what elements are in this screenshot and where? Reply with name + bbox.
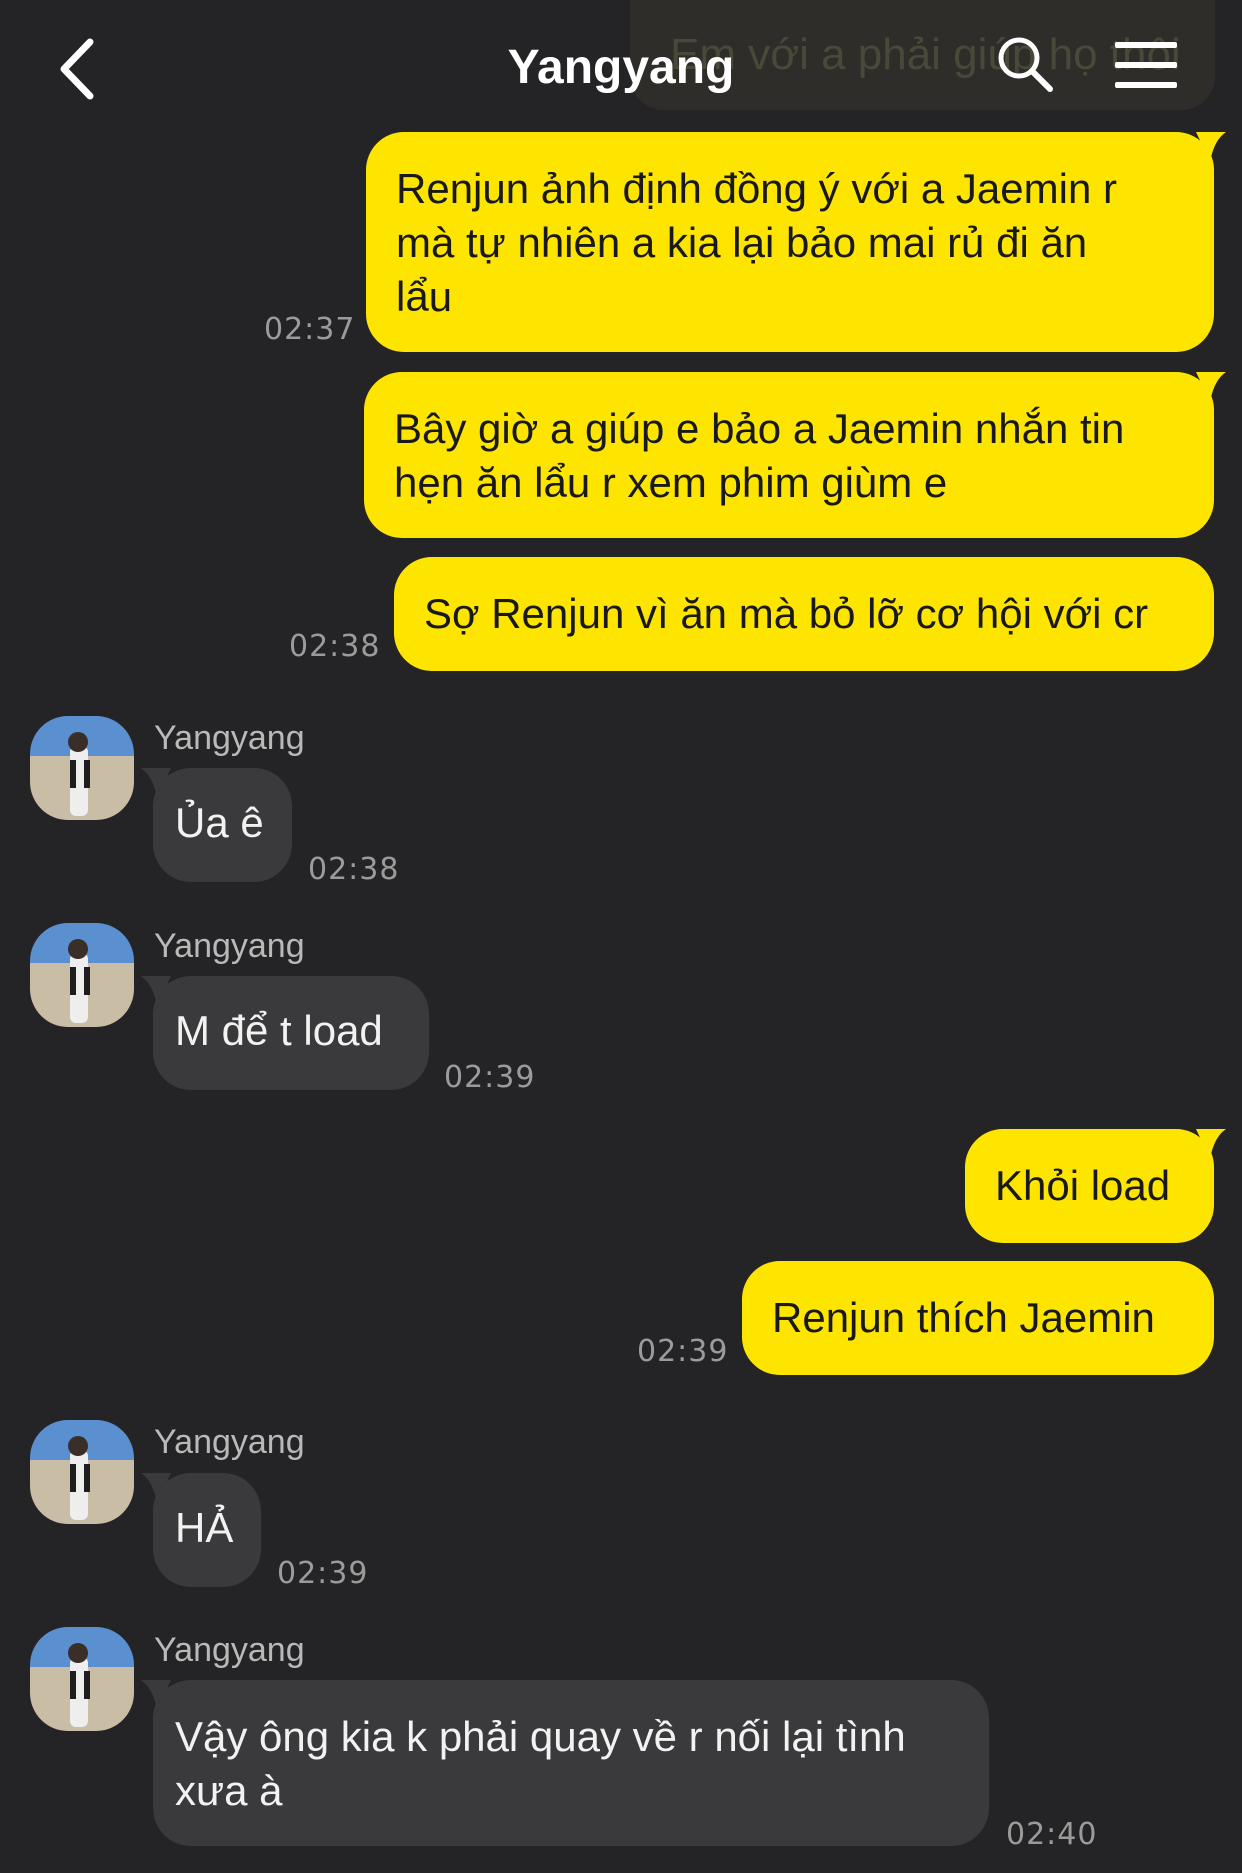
bubble-tail <box>141 1473 171 1503</box>
bubble-tail <box>141 976 171 1006</box>
avatar[interactable] <box>30 716 134 820</box>
message-text-line: hẹn ăn lẩu r xem phim giùm e <box>394 459 948 506</box>
outgoing-message-bubble[interactable]: Khỏi load <box>965 1129 1226 1243</box>
message-timestamp: 02:39 <box>637 1334 729 1369</box>
outgoing-message-bubble[interactable]: Sợ Renjun vì ăn mà bỏ lỡ cơ hội với cr <box>394 557 1214 671</box>
avatar[interactable] <box>30 1627 134 1731</box>
outgoing-message-bubble[interactable]: Bây giờ a giúp e bảo a Jaemin nhắn tin h… <box>364 372 1226 538</box>
sender-name: Yangyang <box>154 1423 305 1461</box>
message-text: Ủa ê <box>175 799 264 846</box>
message-text: M để t load <box>175 1007 383 1054</box>
avatar[interactable] <box>30 923 134 1027</box>
bubble-tail <box>1196 1129 1226 1159</box>
bubble-tail <box>1196 132 1226 162</box>
message-timestamp: 02:40 <box>1006 1817 1098 1852</box>
message-text-line: lẩu <box>396 273 453 320</box>
hamburger-menu-icon[interactable] <box>1115 40 1177 90</box>
message-text-line: Vậy ông kia k phải quay về r nối lại tìn… <box>175 1713 906 1760</box>
bubble-tail <box>141 1680 171 1710</box>
incoming-message-bubble[interactable]: Vậy ông kia k phải quay về r nối lại tìn… <box>141 1680 989 1846</box>
message-text: HẢ <box>175 1504 234 1551</box>
sender-name: Yangyang <box>154 1631 305 1669</box>
chat-title[interactable]: Yangyang <box>0 28 1242 108</box>
search-icon[interactable] <box>995 34 1055 94</box>
incoming-message-bubble[interactable]: HẢ <box>141 1473 261 1587</box>
incoming-message-bubble[interactable]: M để t load <box>141 976 429 1090</box>
message-timestamp: 02:37 <box>264 312 356 347</box>
sender-name: Yangyang <box>154 927 305 965</box>
message-text: Khỏi load <box>995 1162 1171 1209</box>
message-text: Renjun thích Jaemin <box>772 1294 1155 1341</box>
message-timestamp: 02:39 <box>444 1060 536 1095</box>
message-text-line: mà tự nhiên a kia lại bảo mai rủ đi ăn <box>396 219 1088 266</box>
incoming-message-bubble[interactable]: Ủa ê <box>141 768 292 882</box>
message-text-line: Renjun ảnh định đồng ý với a Jaemin r <box>396 165 1117 212</box>
message-timestamp: 02:39 <box>277 1556 369 1591</box>
message-timestamp: 02:38 <box>308 852 400 887</box>
message-timestamp: 02:38 <box>289 629 381 664</box>
sender-name: Yangyang <box>154 719 305 757</box>
avatar[interactable] <box>30 1420 134 1524</box>
outgoing-message-bubble[interactable]: Renjun thích Jaemin <box>742 1261 1214 1375</box>
message-text-line: xưa à <box>175 1767 283 1814</box>
outgoing-message-bubble[interactable]: Renjun ảnh định đồng ý với a Jaemin r mà… <box>366 132 1226 352</box>
message-text: Sợ Renjun vì ăn mà bỏ lỡ cơ hội với cr <box>424 590 1149 637</box>
chat-header: Em với a phải giúp họ thôi Yangyang <box>0 0 1242 130</box>
bubble-tail <box>141 768 171 798</box>
bubble-tail <box>1196 372 1226 402</box>
message-text-line: Bây giờ a giúp e bảo a Jaemin nhắn tin <box>394 405 1125 452</box>
